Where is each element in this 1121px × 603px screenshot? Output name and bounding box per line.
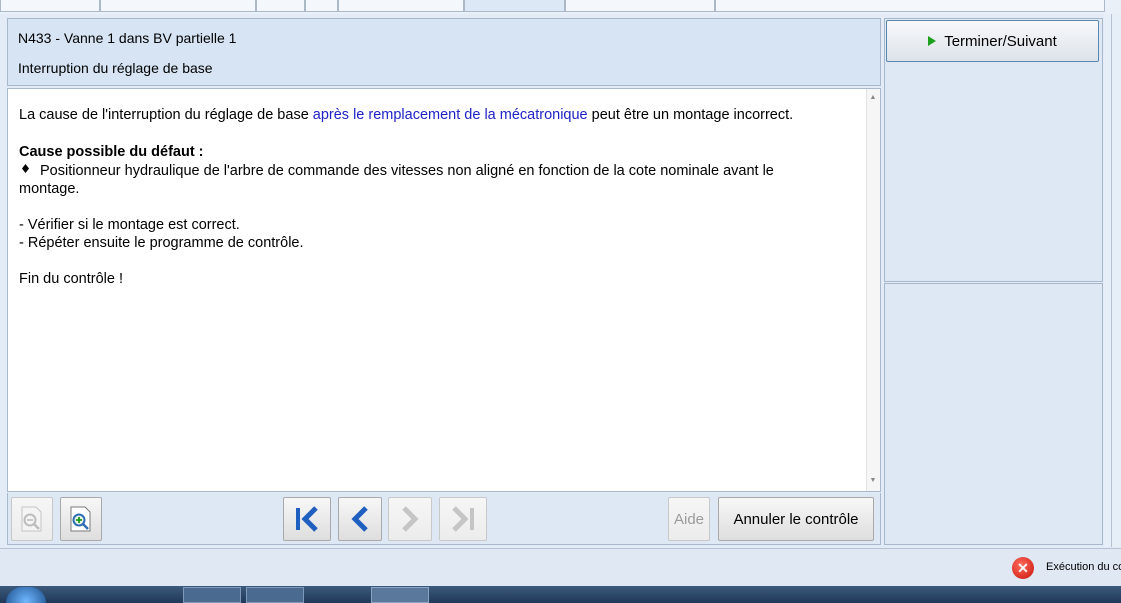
intro-paragraph: La cause de l'interruption du réglage de… xyxy=(19,106,793,124)
tab[interactable] xyxy=(0,0,100,12)
mechatronic-link[interactable]: après le remplacement de la mécatronique xyxy=(313,107,588,123)
step-1: - Vérifier si le montage est correct. xyxy=(19,217,240,233)
right-edge-panel xyxy=(1104,14,1121,547)
cause-line-2: montage. xyxy=(19,181,80,197)
tab[interactable] xyxy=(305,0,338,12)
chevron-left-icon xyxy=(351,506,368,532)
last-page-button[interactable] xyxy=(439,497,487,541)
last-page-icon xyxy=(452,506,474,532)
first-page-icon xyxy=(296,506,318,532)
bullet-icon xyxy=(22,164,29,173)
next-button[interactable] xyxy=(388,497,432,541)
cancel-test-button[interactable]: Annuler le contrôle xyxy=(718,497,874,541)
help-button[interactable]: Aide xyxy=(668,497,710,541)
taskbar-chrome-icon[interactable] xyxy=(310,587,368,603)
taskbar-firefox-icon[interactable] xyxy=(183,587,241,603)
tab-active[interactable] xyxy=(464,0,565,12)
taskbar-folder-icon[interactable] xyxy=(246,587,304,603)
zoom-out-icon xyxy=(21,506,42,532)
error-icon: ✕ xyxy=(1012,557,1034,579)
zoom-out-button[interactable] xyxy=(11,497,53,541)
right-edge-divider xyxy=(1111,14,1112,547)
end-text: Fin du contrôle ! xyxy=(19,271,123,287)
step-2: - Répéter ensuite le programme de contrô… xyxy=(19,235,304,251)
finish-next-label: Terminer/Suivant xyxy=(944,32,1057,50)
cause-heading: Cause possible du défaut : xyxy=(19,144,204,160)
tab[interactable] xyxy=(715,0,1105,12)
finish-next-button[interactable]: Terminer/Suivant xyxy=(886,20,1099,62)
status-bar xyxy=(0,548,1121,586)
status-text: Exécution du co xyxy=(1046,561,1121,573)
page-subtitle: Interruption du réglage de base xyxy=(18,60,213,76)
cause-line-1: Positionneur hydraulique de l'arbre de c… xyxy=(40,163,774,179)
help-button-label: Aide xyxy=(673,510,705,528)
tab[interactable] xyxy=(256,0,305,12)
cancel-test-button-label: Annuler le contrôle xyxy=(733,510,859,528)
taskbar-ie-icon[interactable] xyxy=(135,587,173,603)
play-icon xyxy=(928,36,937,46)
taskbar-app-icon[interactable] xyxy=(72,587,110,603)
vertical-scrollbar[interactable] xyxy=(866,89,880,491)
taskbar-diagnostic-app-icon[interactable] xyxy=(371,587,429,603)
scroll-down-arrow-icon[interactable]: ▼ xyxy=(868,477,878,485)
tab[interactable] xyxy=(338,0,464,12)
right-panel-bottom xyxy=(884,283,1103,545)
intro-text-after: peut être un montage incorrect. xyxy=(587,107,794,123)
scroll-up-arrow-icon[interactable]: ▲ xyxy=(868,94,878,102)
tab[interactable] xyxy=(565,0,715,12)
zoom-in-button[interactable] xyxy=(60,497,102,541)
chevron-right-icon xyxy=(402,506,419,532)
first-page-button[interactable] xyxy=(283,497,331,541)
page-title: N433 - Vanne 1 dans BV partielle 1 xyxy=(18,30,237,46)
previous-button[interactable] xyxy=(338,497,382,541)
intro-text-before: La cause de l'interruption du réglage de… xyxy=(19,107,313,123)
zoom-in-icon xyxy=(70,506,91,532)
tab[interactable] xyxy=(100,0,256,12)
